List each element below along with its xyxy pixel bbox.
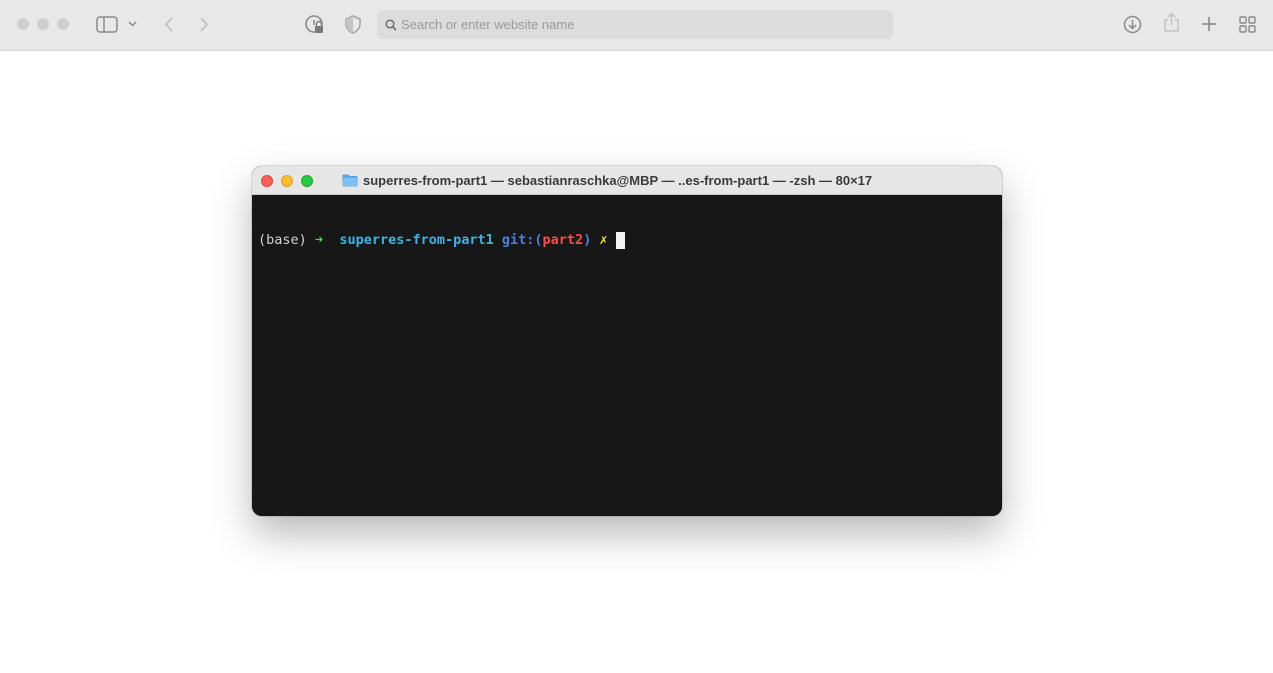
shield-icon[interactable] (345, 15, 361, 34)
prompt-line: (base) ➜ superres-from-part1 git:(part2)… (258, 230, 996, 250)
download-icon[interactable] (1123, 15, 1142, 34)
conda-env-label: (base) (258, 232, 307, 248)
sidebar-icon[interactable] (96, 16, 118, 33)
git-suffix: ) (583, 232, 592, 248)
back-arrow-icon[interactable] (164, 16, 174, 33)
git-prefix: git:( (501, 232, 543, 248)
share-icon[interactable] (1163, 12, 1180, 33)
plus-icon[interactable] (1201, 16, 1217, 32)
terminal-close-button[interactable] (261, 175, 273, 187)
address-input[interactable] (401, 10, 881, 39)
tab-overview-icon[interactable] (1239, 16, 1256, 33)
terminal-minimize-button[interactable] (281, 175, 293, 187)
terminal-title-bar[interactable]: superres-from-part1 — sebastianraschka@M… (252, 166, 1002, 195)
git-branch: part2 (542, 232, 584, 248)
search-icon (385, 18, 397, 36)
terminal-title: superres-from-part1 — sebastianraschka@M… (342, 166, 942, 195)
window-close-button[interactable] (17, 18, 29, 30)
folder-icon (342, 174, 358, 187)
terminal-cursor (615, 231, 625, 249)
window-zoom-button[interactable] (57, 18, 69, 30)
forward-arrow-icon[interactable] (199, 16, 209, 33)
prompt-arrow: ➜ (314, 232, 324, 248)
terminal-title-text: superres-from-part1 — sebastianraschka@M… (363, 173, 873, 188)
terminal-output[interactable]: (base) ➜ superres-from-part1 git:(part2)… (252, 195, 1002, 516)
address-bar[interactable] (377, 10, 893, 39)
chevron-down-icon[interactable] (128, 21, 137, 27)
current-directory: superres-from-part1 (339, 232, 494, 248)
window-minimize-button[interactable] (37, 18, 49, 30)
privacy-report-icon[interactable] (304, 14, 326, 36)
browser-toolbar (0, 0, 1273, 51)
terminal-window[interactable]: superres-from-part1 — sebastianraschka@M… (252, 166, 1002, 516)
git-dirty-marker: ✗ (599, 232, 608, 248)
terminal-zoom-button[interactable] (301, 175, 313, 187)
